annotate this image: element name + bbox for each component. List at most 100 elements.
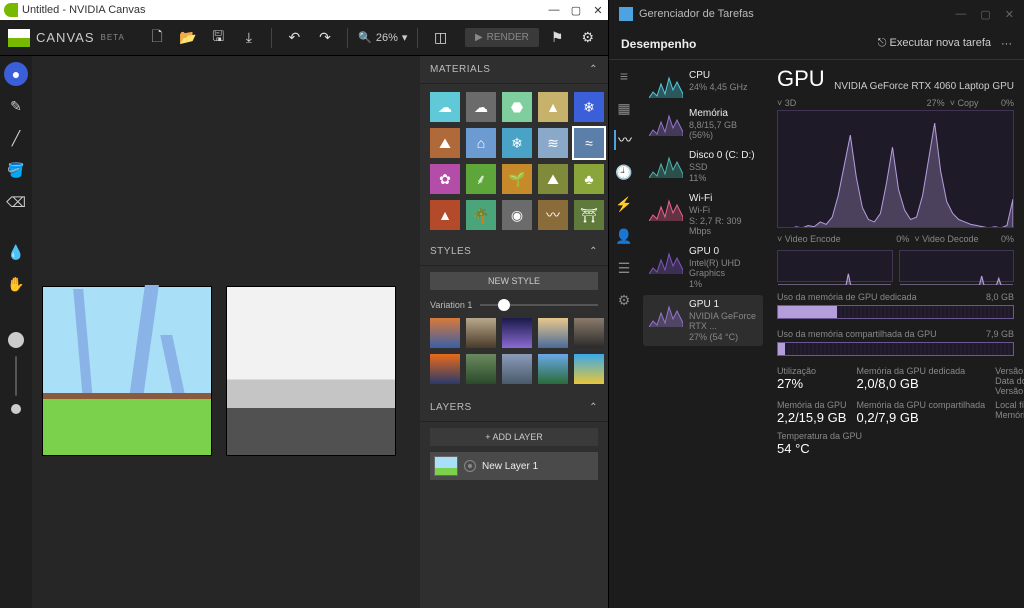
canvas-titlebar[interactable]: Untitled - NVIDIA Canvas — ▢ ✕: [0, 0, 608, 20]
material-swatch[interactable]: ⛰: [430, 128, 460, 158]
material-swatch[interactable]: ❄: [502, 128, 532, 158]
brush-tool[interactable]: ●: [4, 62, 28, 86]
tm-gpu-content: GPU NVIDIA GeForce RTX 4060 Laptop GPU ˅…: [767, 60, 1024, 608]
redo-button[interactable]: ↷: [313, 25, 338, 51]
style-thumb[interactable]: [502, 318, 532, 348]
export-button[interactable]: ⤓: [237, 25, 262, 51]
canvas-toolbar: CANVASBETA 🗋 📂 🖫 ⤓ ↶ ↷ 🔍 26% ▾ ◫ ▶ RENDE…: [0, 20, 608, 56]
material-swatch[interactable]: ◉: [502, 200, 532, 230]
brush-size-slider[interactable]: [15, 356, 17, 396]
chevron-up-icon: ⌃: [589, 64, 598, 75]
layers-header[interactable]: LAYERS⌃: [420, 394, 608, 422]
chart-copy-label[interactable]: Copy: [957, 98, 978, 108]
resource-item[interactable]: Disco 0 (C: D:)SSD11%: [643, 146, 763, 187]
resource-item[interactable]: CPU24% 4,45 GHz: [643, 66, 763, 102]
nav-menu-button[interactable]: ≡: [614, 66, 634, 86]
material-swatch[interactable]: ⌂: [466, 128, 496, 158]
temp-value: 54 °C: [777, 441, 1014, 456]
pan-tool[interactable]: ✋: [4, 272, 28, 296]
pencil-tool[interactable]: ✎: [4, 94, 28, 118]
nav-services[interactable]: ⚙: [614, 290, 634, 310]
materials-header[interactable]: MATERIALS⌃: [420, 56, 608, 84]
memshr-value: 0,2/7,9 GB: [857, 410, 986, 425]
resource-item[interactable]: Wi-FiWi-FiS: 2,7 R: 309 Mbps: [643, 189, 763, 240]
run-task-button[interactable]: ⎋ Executar nova tarefa: [878, 37, 991, 50]
window-close-button[interactable]: ✕: [1005, 8, 1014, 21]
new-file-button[interactable]: 🗋: [145, 25, 170, 51]
resource-sub: 8,8/15,7 GB (56%): [689, 120, 757, 140]
save-button[interactable]: 🖫: [206, 25, 231, 51]
material-swatch[interactable]: ☁: [466, 92, 496, 122]
window-minimize-button[interactable]: —: [548, 4, 560, 17]
video-decode-chart: [899, 250, 1015, 282]
variation-slider[interactable]: [480, 304, 598, 306]
nav-users[interactable]: 👤: [614, 226, 634, 246]
window-maximize-button[interactable]: ▢: [980, 8, 990, 21]
material-swatch[interactable]: ⛰: [538, 164, 568, 194]
style-thumb[interactable]: [538, 318, 568, 348]
chart-dec-label[interactable]: Video Decode: [922, 234, 978, 244]
nav-performance[interactable]: 〰: [614, 130, 634, 150]
style-thumb[interactable]: [430, 354, 460, 384]
resource-sub: 1%: [689, 279, 757, 289]
canvas-area[interactable]: [32, 56, 420, 608]
style-thumb[interactable]: [466, 318, 496, 348]
resource-item[interactable]: GPU 0Intel(R) UHD Graphics1%: [643, 242, 763, 293]
split-view-button[interactable]: ◫: [428, 25, 453, 51]
nav-startup[interactable]: ⚡: [614, 194, 634, 214]
chart-3d-label[interactable]: 3D: [785, 98, 797, 108]
util-value: 27%: [777, 376, 847, 391]
eraser-tool[interactable]: ⌫: [4, 190, 28, 214]
material-swatch[interactable]: ❄: [574, 92, 604, 122]
feedback-button[interactable]: ⚑: [545, 25, 570, 51]
layer-row[interactable]: New Layer 1: [430, 452, 598, 480]
style-thumb[interactable]: [538, 354, 568, 384]
material-swatch[interactable]: ≋: [538, 128, 568, 158]
chart-enc-label[interactable]: Video Encode: [785, 234, 841, 244]
eyedropper-tool[interactable]: 💧: [4, 240, 28, 264]
material-swatch[interactable]: 🌴: [466, 200, 496, 230]
material-swatch[interactable]: 🌱: [502, 164, 532, 194]
styles-header[interactable]: STYLES⌃: [420, 238, 608, 266]
material-swatch[interactable]: ⸙: [466, 164, 496, 194]
material-swatch[interactable]: ▲: [538, 92, 568, 122]
material-swatch[interactable]: ≈: [574, 128, 604, 158]
zoom-control[interactable]: 🔍 26% ▾: [358, 31, 407, 44]
tm-titlebar[interactable]: Gerenciador de Tarefas — ▢ ✕: [609, 0, 1024, 28]
material-swatch[interactable]: ▲: [430, 200, 460, 230]
window-close-button[interactable]: ✕: [592, 4, 604, 17]
material-swatch[interactable]: ☁: [430, 92, 460, 122]
segmentation-canvas[interactable]: [42, 286, 212, 456]
window-maximize-button[interactable]: ▢: [570, 4, 582, 17]
open-file-button[interactable]: 📂: [175, 25, 200, 51]
material-swatch[interactable]: ♣: [574, 164, 604, 194]
material-swatch[interactable]: 〰: [538, 200, 568, 230]
fill-tool[interactable]: 🪣: [4, 158, 28, 182]
brush-size-max[interactable]: [8, 332, 24, 348]
style-thumb[interactable]: [574, 354, 604, 384]
new-style-button[interactable]: NEW STYLE: [430, 272, 598, 290]
add-layer-button[interactable]: + ADD LAYER: [430, 428, 598, 446]
settings-button[interactable]: ⚙: [575, 25, 600, 51]
material-swatch[interactable]: ⬣: [502, 92, 532, 122]
style-thumb[interactable]: [502, 354, 532, 384]
visibility-icon[interactable]: [464, 460, 476, 472]
style-thumb[interactable]: [430, 318, 460, 348]
material-swatch[interactable]: ⛩: [574, 200, 604, 230]
nav-history[interactable]: 🕘: [614, 162, 634, 182]
material-swatch[interactable]: ✿: [430, 164, 460, 194]
line-tool[interactable]: ╱: [4, 126, 28, 150]
nav-processes[interactable]: ▦: [614, 98, 634, 118]
brush-size-min[interactable]: [11, 404, 21, 414]
style-thumb[interactable]: [466, 354, 496, 384]
nav-details[interactable]: ☰: [614, 258, 634, 278]
undo-button[interactable]: ↶: [282, 25, 307, 51]
style-thumb[interactable]: [574, 318, 604, 348]
window-minimize-button[interactable]: —: [955, 8, 966, 21]
sparkline: [649, 299, 683, 327]
render-button[interactable]: ▶ RENDER: [465, 28, 539, 47]
resource-sub: 27% (54 °C): [689, 332, 757, 342]
resource-item[interactable]: Memória8,8/15,7 GB (56%): [643, 104, 763, 144]
resource-item[interactable]: GPU 1NVIDIA GeForce RTX ...27% (54 °C): [643, 295, 763, 346]
more-button[interactable]: ···: [1001, 38, 1012, 50]
